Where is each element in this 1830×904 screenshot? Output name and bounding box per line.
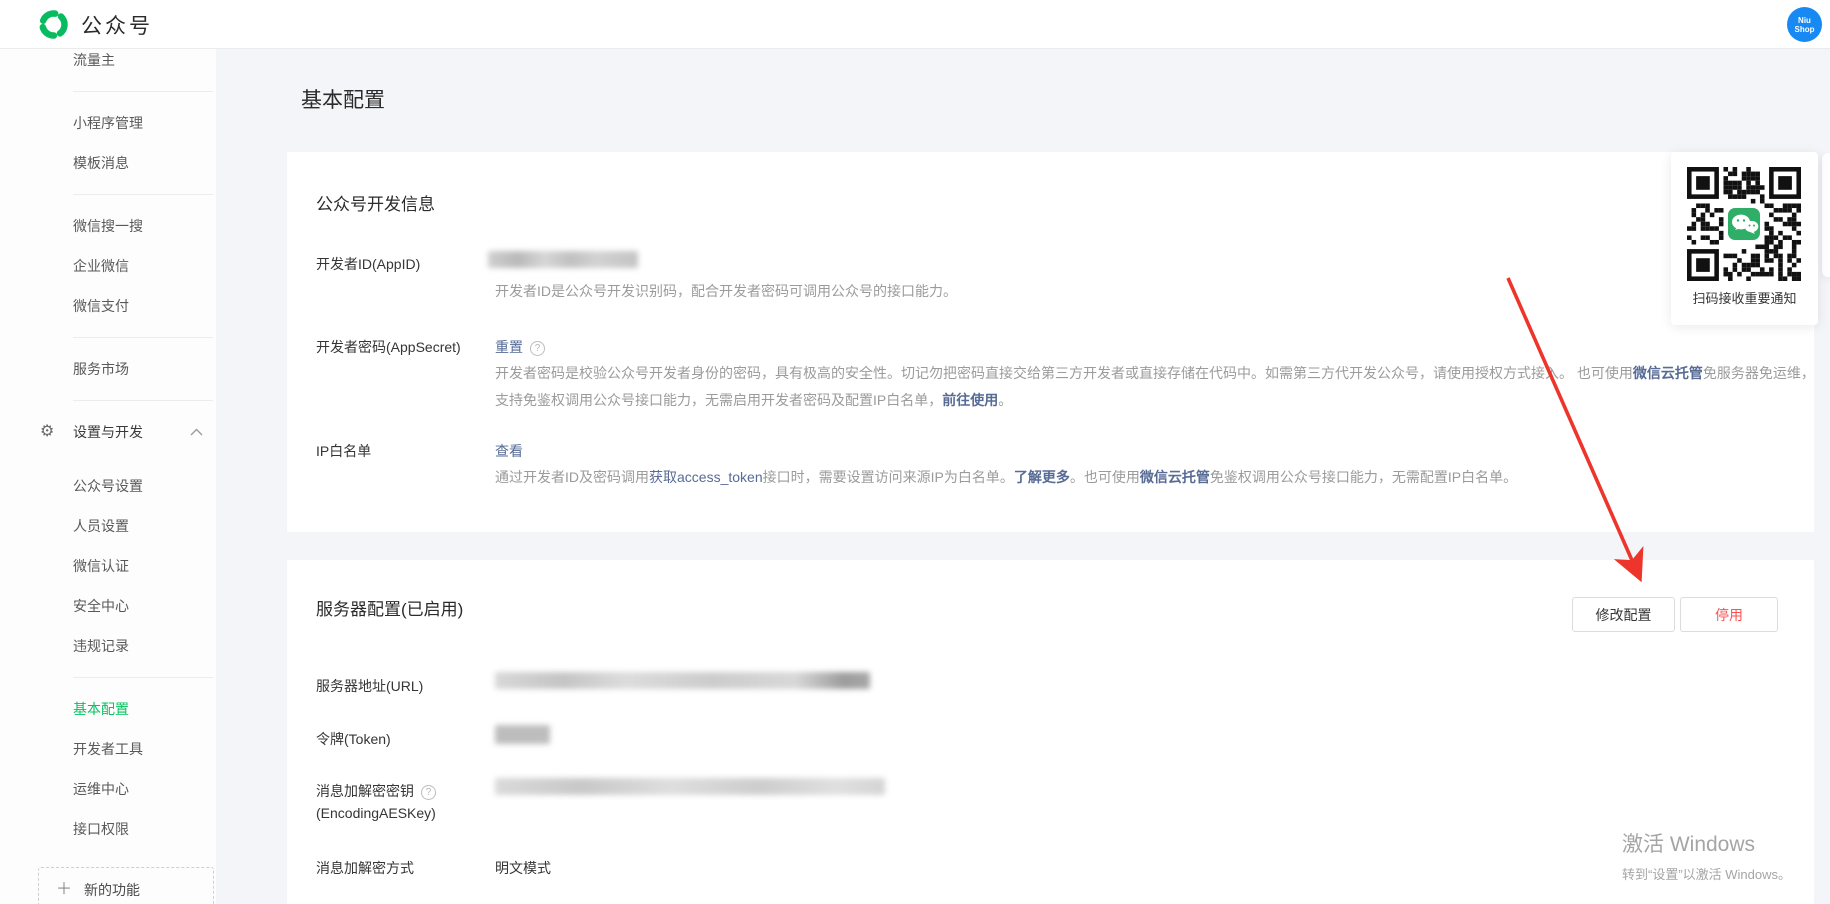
appsecret-desc-part1: 开发者密码是校验公众号开发者身份的密码，具有极高的安全性。切记勿把密码直接交给第… bbox=[495, 365, 1633, 381]
ip-whitelist-actions: 查看 bbox=[495, 440, 523, 462]
sidebar-item-traffic[interactable]: 流量主 bbox=[0, 49, 216, 80]
side-peek-panel[interactable] bbox=[1822, 153, 1830, 277]
sidebar-item-violation-records[interactable]: 违规记录 bbox=[0, 626, 216, 666]
reset-link[interactable]: 重置 bbox=[495, 339, 523, 355]
logo-text: 公众号 bbox=[81, 10, 153, 40]
ip-desc-part1: 通过开发者ID及密码调用 bbox=[495, 469, 649, 485]
chevron-up-icon[interactable] bbox=[190, 428, 203, 436]
ip-whitelist-label: IP白名单 bbox=[316, 440, 466, 462]
disable-button[interactable]: 停用 bbox=[1680, 597, 1778, 632]
ip-desc-part3: 。也可使用 bbox=[1070, 469, 1140, 485]
sidebar-item-basic-config[interactable]: 基本配置 bbox=[0, 689, 216, 729]
appsecret-actions: 重置? bbox=[495, 336, 545, 358]
appid-description-text: 开发者ID是公众号开发识别码，配合开发者密码可调用公众号的接口能力。 bbox=[495, 278, 1815, 305]
sidebar-item-miniprogram[interactable]: 小程序管理 bbox=[0, 103, 216, 143]
watermark-line1: 激活 Windows bbox=[1622, 828, 1791, 858]
server-url-label: 服务器地址(URL) bbox=[316, 675, 466, 697]
ip-desc-part2: 接口时，需要设置访问来源IP为白名单。 bbox=[763, 469, 1014, 485]
sidebar: 流量主 小程序管理 模板消息 微信搜一搜 企业微信 微信支付 服务市场 ⚙ 设置… bbox=[0, 49, 216, 904]
appsecret-label: 开发者密码(AppSecret) bbox=[316, 336, 466, 358]
aeskey-label-line2: (EncodingAESKey) bbox=[316, 805, 436, 821]
sidebar-item-staff-settings[interactable]: 人员设置 bbox=[0, 506, 216, 546]
encrypt-mode-label: 消息加解密方式 bbox=[316, 857, 466, 879]
windows-activation-watermark: 激活 Windows 转到“设置”以激活 Windows。 bbox=[1622, 828, 1791, 883]
aeskey-value-redacted bbox=[495, 778, 885, 795]
account-avatar-badge[interactable]: Niu Shop bbox=[1787, 7, 1822, 42]
qr-notification-panel: 扫码接收重要通知 bbox=[1671, 152, 1818, 325]
help-icon[interactable]: ? bbox=[530, 341, 545, 356]
token-value-redacted bbox=[495, 725, 550, 744]
modify-config-button[interactable]: 修改配置 bbox=[1572, 597, 1675, 632]
ip-desc-part4: 免鉴权调用公众号接口能力，无需配置IP白名单。 bbox=[1210, 469, 1517, 485]
cloud-hosting-link-2[interactable]: 微信云托管 bbox=[1140, 469, 1210, 485]
gear-icon: ⚙ bbox=[40, 412, 54, 452]
wechat-icon bbox=[1728, 208, 1760, 240]
server-url-value-redacted bbox=[495, 672, 870, 689]
sidebar-item-wechat-verification[interactable]: 微信认证 bbox=[0, 546, 216, 586]
sidebar-item-api-permission[interactable]: 接口权限 bbox=[0, 809, 216, 849]
sidebar-divider bbox=[73, 400, 213, 401]
plus-icon: ＋ bbox=[56, 878, 72, 902]
appsecret-description: 开发者密码是校验公众号开发者身份的密码，具有极高的安全性。切记勿把密码直接交给第… bbox=[495, 360, 1815, 414]
badge-text-line2: Shop bbox=[1795, 25, 1815, 34]
qr-code bbox=[1687, 167, 1801, 281]
ip-whitelist-description: 通过开发者ID及密码调用获取access_token接口时，需要设置访问来源IP… bbox=[495, 464, 1815, 491]
sidebar-item-account-settings[interactable]: 公众号设置 bbox=[0, 466, 216, 506]
dev-info-card: 公众号开发信息 开发者ID(AppID) 开发者ID是公众号开发识别码，配合开发… bbox=[287, 152, 1814, 532]
appid-label: 开发者ID(AppID) bbox=[316, 253, 466, 275]
page-title: 基本配置 bbox=[301, 84, 385, 114]
token-label: 令牌(Token) bbox=[316, 728, 466, 750]
sidebar-item-template-message[interactable]: 模板消息 bbox=[0, 143, 216, 183]
sidebar-item-wechat-search[interactable]: 微信搜一搜 bbox=[0, 206, 216, 246]
appid-value-redacted bbox=[488, 251, 638, 268]
sidebar-settings-children: 公众号设置 人员设置 微信认证 安全中心 违规记录 基本配置 开发者工具 运维中… bbox=[0, 466, 216, 849]
sidebar-section-settings-dev[interactable]: ⚙ 设置与开发 bbox=[0, 412, 216, 452]
appsecret-desc-part3: 。 bbox=[998, 392, 1012, 408]
cloud-hosting-link[interactable]: 微信云托管 bbox=[1633, 365, 1703, 381]
sidebar-divider bbox=[73, 677, 213, 678]
server-config-card: 服务器配置(已启用) 修改配置 停用 服务器地址(URL) 令牌(Token) … bbox=[287, 560, 1814, 904]
sidebar-item-wechat-pay[interactable]: 微信支付 bbox=[0, 286, 216, 326]
server-config-title: 服务器配置(已启用) bbox=[316, 595, 463, 620]
sidebar-item-new-feature[interactable]: ＋ 新的功能 bbox=[38, 867, 214, 904]
sidebar-divider bbox=[73, 194, 213, 195]
view-link[interactable]: 查看 bbox=[495, 443, 523, 459]
aeskey-label: 消息加解密密钥? (EncodingAESKey) bbox=[316, 780, 466, 824]
encrypt-mode-value: 明文模式 bbox=[495, 857, 551, 879]
sidebar-item-work-wechat[interactable]: 企业微信 bbox=[0, 246, 216, 286]
sidebar-divider bbox=[73, 91, 213, 92]
learn-more-link[interactable]: 了解更多 bbox=[1014, 469, 1070, 485]
brand-logo: 公众号 bbox=[38, 9, 153, 40]
sidebar-item-service-market[interactable]: 服务市场 bbox=[0, 349, 216, 389]
goto-use-link[interactable]: 前往使用 bbox=[942, 392, 998, 408]
dev-info-title: 公众号开发信息 bbox=[316, 190, 435, 215]
wechat-official-logo-icon bbox=[38, 9, 69, 40]
sidebar-item-ops-center[interactable]: 运维中心 bbox=[0, 769, 216, 809]
watermark-line2: 转到“设置”以激活 Windows。 bbox=[1622, 864, 1791, 883]
top-header: 公众号 Niu Shop bbox=[0, 0, 1830, 49]
badge-text-line1: Niu bbox=[1798, 16, 1811, 25]
aeskey-label-line1: 消息加解密密钥 bbox=[316, 783, 414, 799]
sidebar-item-dev-tools[interactable]: 开发者工具 bbox=[0, 729, 216, 769]
help-icon[interactable]: ? bbox=[421, 785, 436, 800]
sidebar-divider bbox=[73, 337, 213, 338]
new-feature-label: 新的功能 bbox=[84, 878, 140, 902]
access-token-link[interactable]: 获取access_token bbox=[649, 469, 763, 485]
qr-caption: 扫码接收重要通知 bbox=[1671, 288, 1818, 307]
sidebar-item-security-center[interactable]: 安全中心 bbox=[0, 586, 216, 626]
sidebar-section-label: 设置与开发 bbox=[73, 424, 143, 440]
